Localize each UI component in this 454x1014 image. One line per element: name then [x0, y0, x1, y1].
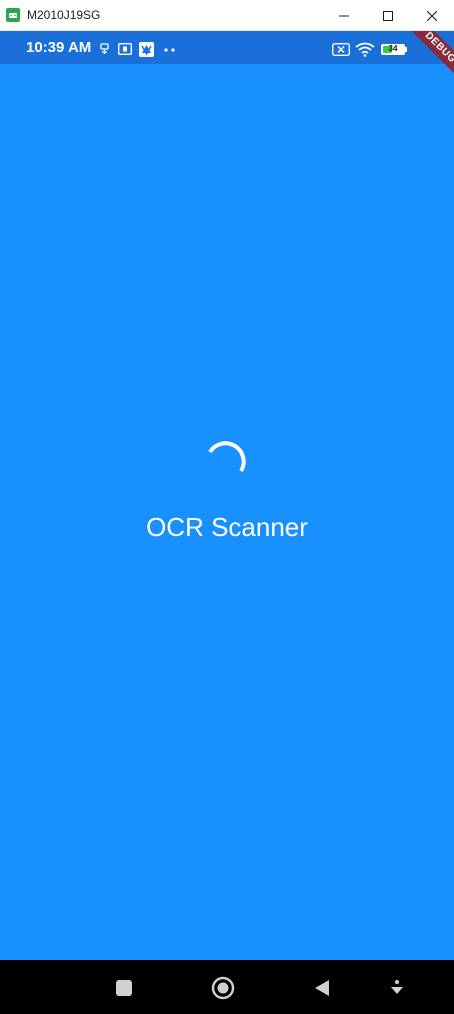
- app-notification-icon: [139, 42, 154, 57]
- no-sim-icon: [332, 43, 350, 56]
- splash-title: OCR Scanner: [146, 512, 308, 542]
- back-triangle-icon: [315, 980, 329, 996]
- back-button[interactable]: [309, 975, 335, 1001]
- close-button[interactable]: [410, 0, 454, 31]
- maximize-icon: [383, 10, 393, 21]
- minimize-button[interactable]: [322, 0, 366, 31]
- sim-card-icon: [118, 43, 132, 55]
- home-circle-icon: [211, 976, 235, 1000]
- square-icon: [116, 980, 132, 996]
- recents-button[interactable]: [111, 975, 137, 1001]
- navigation-bar: [0, 960, 454, 1014]
- usb-icon: [100, 43, 109, 54]
- accessibility-button[interactable]: [384, 975, 410, 1001]
- battery-tip: [405, 47, 407, 52]
- more-dots-icon: [164, 48, 175, 52]
- battery-indicator: 34: [381, 44, 405, 55]
- loading-spinner: [208, 441, 246, 473]
- accessibility-icon: [391, 980, 403, 994]
- window-titlebar: M2010J19SG: [0, 0, 454, 31]
- debug-banner: DEBUG: [402, 31, 454, 86]
- status-bar: 10:39 AM 34 DEBUG: [0, 31, 454, 86]
- battery-percent: 34: [388, 44, 398, 53]
- close-icon: [427, 10, 437, 21]
- app-screen: 10:39 AM 34 DEBUG OCR Scanner: [0, 31, 454, 960]
- android-emulator-icon: [6, 8, 20, 22]
- maximize-button[interactable]: [366, 0, 410, 31]
- window-title: M2010J19SG: [27, 8, 101, 22]
- wifi-icon: [355, 42, 375, 57]
- status-time: 10:39 AM: [26, 39, 92, 56]
- window-controls: [322, 0, 454, 31]
- home-button[interactable]: [210, 975, 236, 1001]
- minimize-icon: [339, 15, 349, 16]
